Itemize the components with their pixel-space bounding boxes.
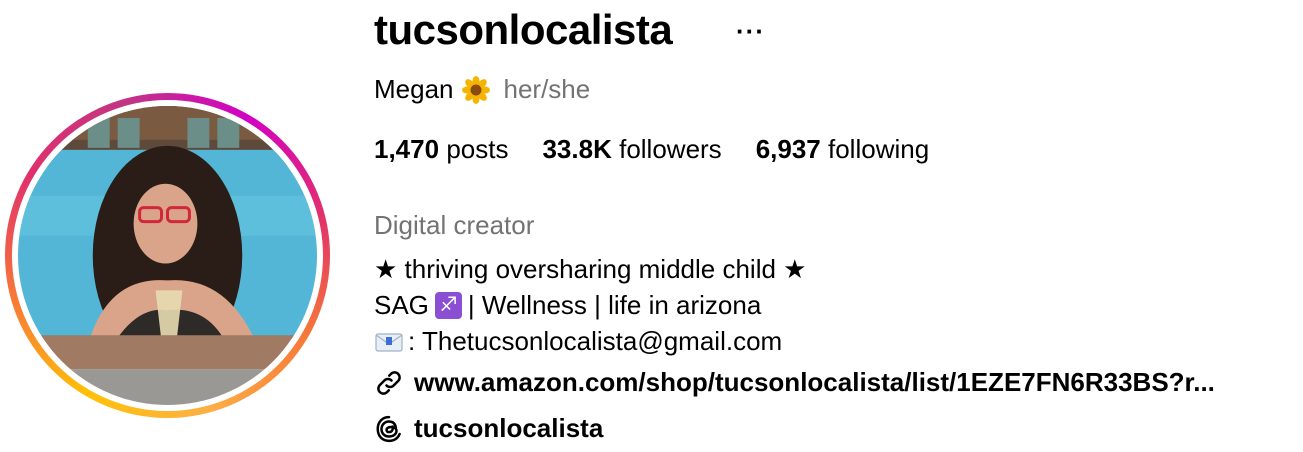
external-link[interactable]: www.amazon.com/shop/tucsonlocalista/list… xyxy=(374,367,1215,398)
story-ring[interactable] xyxy=(5,93,330,418)
bio-line-2: SAG ♐ | Wellness | life in arizona xyxy=(374,290,761,321)
bio-email: : Thetucsonlocalista@gmail.com xyxy=(408,326,783,356)
profile-category: Digital creator xyxy=(374,210,535,240)
following-count: 6,937 xyxy=(755,134,821,164)
posts-label: posts xyxy=(446,134,509,164)
bio-line-3: : Thetucsonlocalista@gmail.com xyxy=(374,326,782,357)
profile-username: tucsonlocalista xyxy=(374,6,673,53)
profile-stats: 1,470 posts 33.8K followers 6,937 follow… xyxy=(374,134,929,165)
link-icon xyxy=(377,370,401,395)
bio-line-2-text: | Wellness | life in arizona xyxy=(467,290,762,320)
name-row: Megan her/she xyxy=(374,74,590,105)
threads-icon xyxy=(376,415,401,442)
external-link-text: www.amazon.com/shop/tucsonlocalista/list… xyxy=(414,367,1215,397)
threads-link[interactable]: tucsonlocalista xyxy=(374,413,603,444)
followers-count: 33.8K xyxy=(542,134,612,164)
following-label: following xyxy=(828,134,930,164)
sagittarius-icon: ♐ xyxy=(434,292,462,319)
profile-avatar[interactable] xyxy=(18,106,317,405)
sunflower-icon xyxy=(461,75,490,104)
posts-count: 1,470 xyxy=(374,134,440,164)
full-name: Megan xyxy=(374,74,454,104)
following-stat[interactable]: 6,937 following xyxy=(756,134,929,165)
pronouns: her/she xyxy=(503,74,591,104)
posts-stat[interactable]: 1,470 posts xyxy=(374,134,508,165)
bio-line-1: ★ thriving oversharing middle child ★ xyxy=(374,254,807,284)
threads-handle: tucsonlocalista xyxy=(414,413,604,443)
more-options-button[interactable]: ··· xyxy=(736,16,765,47)
bio-sag-text: SAG xyxy=(374,290,429,320)
avatar-photo xyxy=(18,106,317,405)
followers-label: followers xyxy=(619,134,722,164)
envelope-icon xyxy=(375,332,403,352)
followers-stat[interactable]: 33.8K followers xyxy=(542,134,721,165)
